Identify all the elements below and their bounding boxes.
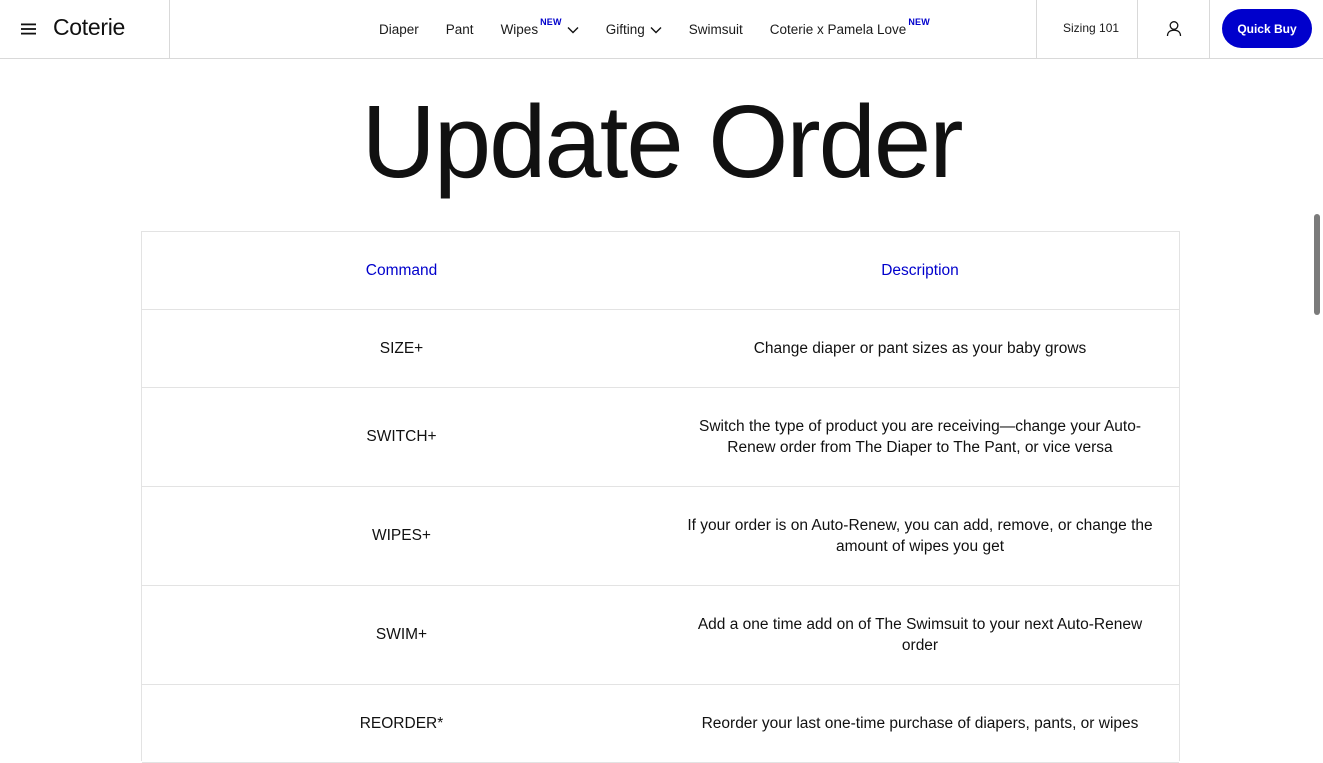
nav-item-label: Gifting xyxy=(605,22,645,37)
nav-item-label: Wipes xyxy=(500,22,539,37)
command-cell: REORDER* xyxy=(359,714,444,732)
column-header-command: Command xyxy=(365,261,438,279)
coterie-logo[interactable]: Coterie xyxy=(53,14,125,41)
table-row: SWIM+ Add a one time add on of The Swims… xyxy=(142,586,1179,685)
command-cell: SWIM+ xyxy=(375,626,428,643)
column-header-description: Description xyxy=(881,261,959,279)
nav-item-label: Diaper xyxy=(379,22,419,37)
description-cell: Switch the type of product you are recei… xyxy=(699,417,1141,457)
chevron-down-icon[interactable] xyxy=(650,26,662,34)
command-cell: SWITCH+ xyxy=(366,428,437,445)
nav-item-pamela-love[interactable]: Coterie x Pamela Love NEW xyxy=(769,17,930,38)
page-title: Update Order xyxy=(361,84,963,199)
description-cell: Reorder your last one-time purchase of d… xyxy=(701,714,1139,732)
top-navigation-bar: Coterie Diaper Pant Wipes NEW Gifting Sw… xyxy=(0,0,1323,59)
account-icon[interactable] xyxy=(1164,19,1184,39)
main-nav: Diaper Pant Wipes NEW Gifting Swimsuit C… xyxy=(379,0,957,59)
chevron-down-icon[interactable] xyxy=(567,26,579,34)
new-badge: NEW xyxy=(540,16,562,27)
table-row: SIZE+ Change diaper or pant sizes as you… xyxy=(142,310,1179,388)
description-cell: Add a one time add on of The Swimsuit to… xyxy=(697,615,1143,655)
nav-item-label: Coterie x Pamela Love xyxy=(769,22,907,37)
description-cell: If your order is on Auto-Renew, you can … xyxy=(687,516,1153,556)
nav-divider xyxy=(1036,0,1037,59)
table-header-row: Command Description xyxy=(142,232,1179,310)
command-cell: SIZE+ xyxy=(379,339,424,357)
nav-divider xyxy=(1137,0,1138,59)
nav-item-wipes[interactable]: Wipes NEW xyxy=(500,17,579,37)
brand-divider xyxy=(169,0,170,59)
description-cell: Change diaper or pant sizes as your baby… xyxy=(753,339,1087,357)
new-badge: NEW xyxy=(908,16,930,27)
table-row: REORDER* Reorder your last one-time purc… xyxy=(142,685,1179,763)
command-cell: WIPES+ xyxy=(371,527,431,544)
commands-table: Command Description SIZE+ Change diaper … xyxy=(141,231,1180,763)
nav-item-label: Swimsuit xyxy=(688,22,743,37)
hamburger-menu-icon[interactable] xyxy=(16,19,40,39)
nav-item-label: Pant xyxy=(445,22,474,37)
table-row: SWITCH+ Switch the type of product you a… xyxy=(142,388,1179,487)
nav-item-diaper[interactable]: Diaper xyxy=(379,22,419,37)
sizing-101-link[interactable]: Sizing 101 xyxy=(1063,21,1119,35)
nav-item-gifting[interactable]: Gifting xyxy=(606,22,662,37)
nav-item-swimsuit[interactable]: Swimsuit xyxy=(689,22,743,37)
nav-divider xyxy=(1209,0,1210,59)
nav-item-pant[interactable]: Pant xyxy=(446,22,474,37)
quick-buy-button[interactable]: Quick Buy xyxy=(1222,9,1312,48)
table-row: WIPES+ If your order is on Auto-Renew, y… xyxy=(142,487,1179,586)
page-scrollbar[interactable] xyxy=(1314,214,1320,315)
